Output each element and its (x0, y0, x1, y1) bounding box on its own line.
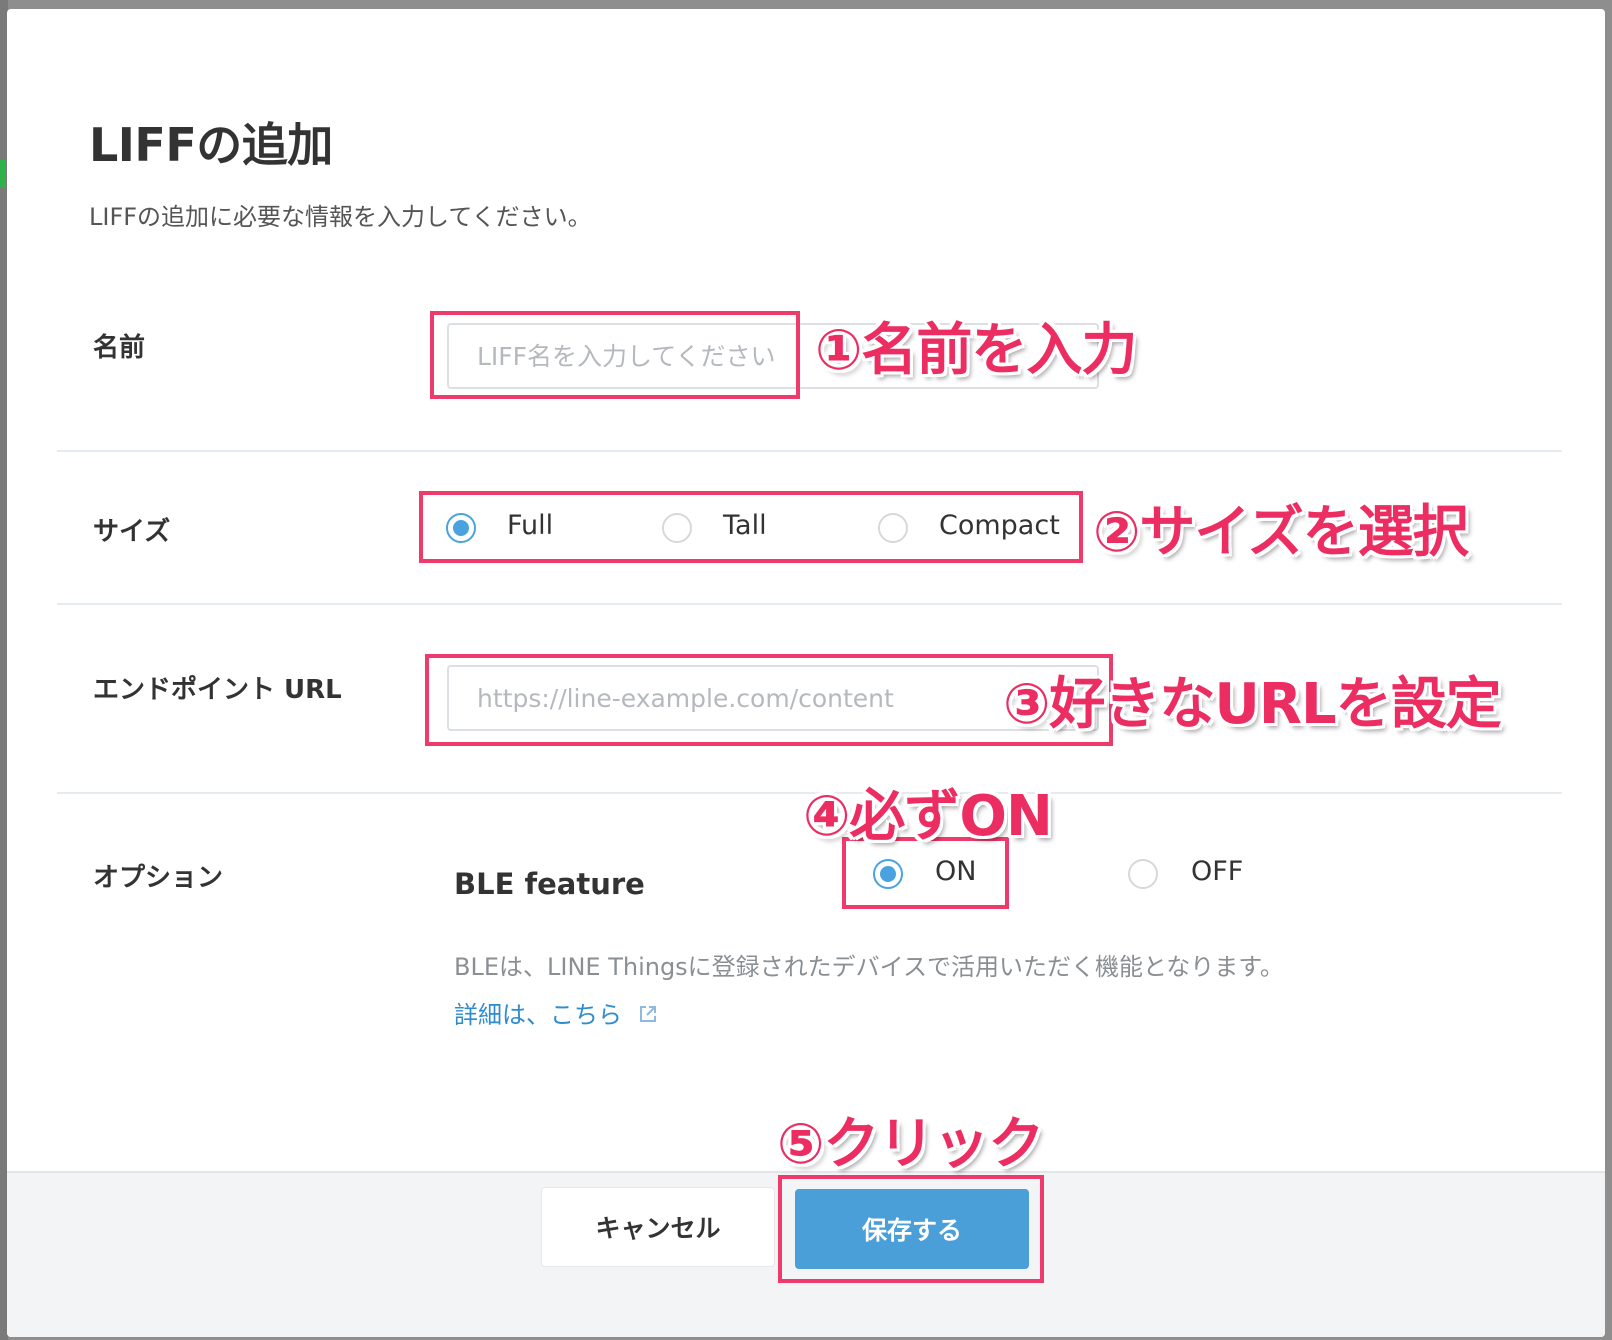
dialog-subtitle: LIFFの追加に必要な情報を入力してください。 (89, 203, 592, 231)
dialog-title: LIFFの追加 (89, 118, 333, 172)
annotation-step2: ②サイズを選択 (1093, 500, 1469, 565)
ble-off-label[interactable]: OFF (1191, 856, 1243, 887)
size-compact-radio[interactable] (878, 513, 908, 543)
divider (57, 603, 1562, 605)
liff-add-dialog: LIFFの追加 LIFFの追加に必要な情報を入力してください。 名前 サイズ F… (7, 9, 1605, 1337)
backdrop-status-bar (0, 160, 6, 188)
ble-details-link-text[interactable]: 詳細は、こちら (454, 1001, 622, 1029)
endpoint-url-label: エンドポイント URL (93, 675, 342, 705)
annotation-step4: ④必ずON (803, 784, 1053, 849)
size-tall-label[interactable]: Tall (723, 510, 767, 541)
size-label: サイズ (93, 517, 171, 547)
options-label: オプション (93, 863, 224, 893)
ble-on-radio[interactable] (873, 859, 903, 889)
ble-off-radio[interactable] (1128, 859, 1158, 889)
size-compact-label[interactable]: Compact (939, 510, 1060, 541)
cancel-button[interactable]: キャンセル (541, 1187, 775, 1267)
size-full-label[interactable]: Full (507, 510, 553, 541)
divider (57, 450, 1562, 452)
ble-help-text: BLEは、LINE Thingsに登録されたデバイスで活用いただく機能となります… (454, 953, 1284, 981)
ble-on-label[interactable]: ON (935, 856, 976, 887)
ble-feature-title: BLE feature (454, 867, 645, 901)
endpoint-url-input[interactable] (447, 665, 1099, 731)
save-button[interactable]: 保存する (795, 1189, 1029, 1269)
name-label: 名前 (93, 333, 146, 363)
size-full-radio[interactable] (446, 513, 476, 543)
annotation-step5: ⑤クリック (777, 1112, 1044, 1177)
external-link-icon (638, 1002, 658, 1030)
annotation-step1: ①名前を入力 (815, 318, 1137, 383)
annotation-step3: ③好きなURLを設定 (1003, 672, 1502, 737)
ble-details-link[interactable]: 詳細は、こちら (454, 995, 658, 1030)
size-tall-radio[interactable] (662, 513, 692, 543)
